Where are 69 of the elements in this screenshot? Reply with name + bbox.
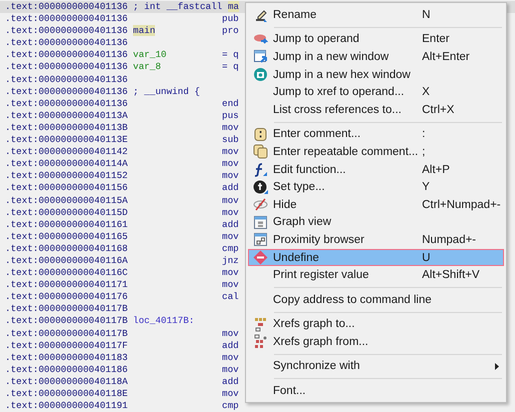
instruction-text: jnz: [222, 254, 239, 268]
address-text: .text:0000000000401161: [5, 218, 129, 231]
address-text: .text:000000000040117B: [5, 315, 129, 328]
address-text: .text:0000000000401136: [5, 74, 129, 86]
address-text: .text:000000000040115D: [5, 206, 129, 219]
instruction-text: = q: [222, 61, 239, 74]
instruction-text: add: [222, 182, 239, 194]
address-text: .text:000000000040117B: [5, 328, 129, 340]
address-text: .text:0000000000401176: [5, 291, 129, 304]
instruction-text: pro: [222, 25, 239, 38]
instruction-text: mov: [222, 146, 239, 158]
address-text: .text:0000000000401152: [5, 170, 129, 182]
instruction-text: cmp: [222, 400, 239, 412]
instruction-text: mov: [222, 279, 239, 292]
address-text: .text:0000000000401142: [5, 146, 129, 158]
address-text: .text:0000000000401136: [5, 98, 129, 110]
instruction-text: mov: [222, 158, 239, 170]
instruction-text: mov: [222, 122, 239, 134]
address-text: .text:0000000000401136: [5, 49, 129, 62]
instruction-text: mov: [222, 206, 239, 219]
address-text: .text:0000000000401186: [5, 364, 129, 376]
address-text: .text:000000000040113B: [5, 122, 129, 134]
instruction-text: = q: [222, 49, 239, 62]
identifier-text: main: [133, 25, 156, 36]
identifier-text: ma: [228, 1, 240, 12]
address-text: .text:000000000040113A: [5, 110, 129, 122]
instruction-text: pus: [222, 110, 239, 122]
address-text: .text:0000000000401171: [5, 279, 129, 292]
address-text: .text:0000000000401136: [5, 86, 129, 98]
instruction-text: end: [222, 98, 239, 110]
label-text: loc_40117B:: [133, 315, 194, 326]
address-text: .text:000000000040117F: [5, 340, 129, 352]
instruction-text: mov: [222, 388, 239, 400]
address-text: .text:000000000040114A: [5, 158, 129, 170]
address-text: .text:000000000040113E: [5, 134, 129, 146]
instruction-text: mov: [222, 194, 239, 207]
comment-text: ; int __fastcall: [133, 1, 224, 12]
comment-text: ; __unwind {: [133, 86, 200, 97]
address-text: .text:0000000000401183: [5, 352, 129, 364]
address-text: .text:000000000040115A: [5, 194, 129, 207]
address-text: .text:0000000000401165: [5, 230, 129, 243]
instruction-text: add: [222, 376, 239, 388]
identifier-text: var_10: [133, 49, 166, 60]
instruction-text: mov: [222, 170, 239, 182]
instruction-text: add: [222, 218, 239, 231]
instruction-text: mov: [222, 267, 239, 280]
instruction-text: mov: [222, 364, 239, 376]
instruction-text: mov: [222, 328, 239, 340]
instruction-text: pub: [222, 13, 239, 26]
address-text: .text:0000000000401136: [5, 25, 129, 38]
address-text: .text:0000000000401191: [5, 400, 129, 412]
address-text: .text:0000000000401168: [5, 242, 129, 255]
identifier-text: var_8: [133, 61, 161, 72]
address-text: .text:000000000040118A: [5, 376, 129, 388]
instruction-text: add: [222, 340, 239, 352]
address-text: .text:000000000040117B: [5, 303, 129, 316]
instruction-text: mov: [222, 352, 239, 364]
address-text: .text:0000000000401136: [5, 37, 129, 50]
instruction-text: cmp: [222, 242, 239, 255]
instruction-text: cal: [222, 291, 239, 304]
address-text: .text:000000000040116A: [5, 254, 129, 268]
address-text: .text:000000000040116C: [5, 267, 129, 280]
address-text: .text:0000000000401136: [5, 61, 129, 74]
instruction-text: sub: [222, 134, 239, 146]
address-text: .text:0000000000401136: [5, 1, 129, 14]
address-text: .text:000000000040118E: [5, 388, 129, 400]
address-text: .text:0000000000401136: [5, 13, 129, 26]
address-text: .text:0000000000401156: [5, 182, 129, 194]
instruction-text: mov: [222, 230, 239, 243]
